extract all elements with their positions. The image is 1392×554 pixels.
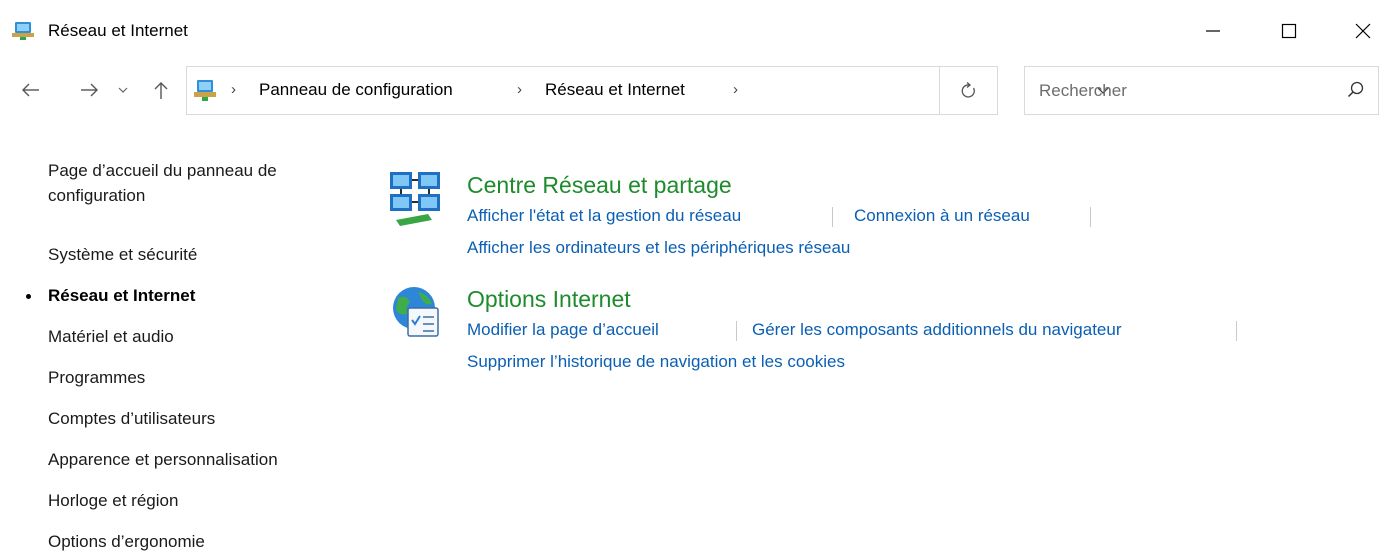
forward-button[interactable] bbox=[72, 74, 106, 106]
search-input[interactable] bbox=[1039, 79, 1329, 103]
breadcrumb-separator-icon: › bbox=[231, 81, 236, 98]
link-view-network-status[interactable]: Afficher l'état et la gestion du réseau bbox=[467, 206, 741, 226]
sidebar-item-label: Page d’accueil du panneau de bbox=[48, 161, 277, 180]
breadcrumb-separator-icon[interactable]: › bbox=[733, 81, 738, 98]
link-change-homepage[interactable]: Modifier la page d’accueil bbox=[467, 320, 659, 340]
sidebar-item-user-accounts[interactable]: Comptes d’utilisateurs bbox=[48, 406, 215, 431]
current-page-bullet-icon bbox=[26, 294, 31, 299]
title-bar: Réseau et Internet bbox=[0, 0, 1392, 62]
breadcrumb-separator-icon: › bbox=[517, 81, 522, 98]
link-separator bbox=[1236, 321, 1237, 341]
breadcrumb-control-panel[interactable]: Panneau de configuration bbox=[259, 80, 453, 100]
recent-locations-button[interactable] bbox=[112, 74, 134, 106]
sidebar-item-clock-region[interactable]: Horloge et région bbox=[48, 488, 178, 513]
link-connect-network[interactable]: Connexion à un réseau bbox=[854, 206, 1030, 226]
sidebar-item-appearance[interactable]: Apparence et personnalisation bbox=[48, 447, 278, 472]
link-manage-add-ons[interactable]: Gérer les composants additionnels du nav… bbox=[752, 320, 1122, 340]
refresh-icon bbox=[961, 81, 975, 98]
refresh-button[interactable] bbox=[940, 66, 998, 115]
close-icon bbox=[1355, 23, 1371, 39]
internet-options-icon bbox=[393, 287, 439, 337]
address-bar[interactable]: › Panneau de configuration › Réseau et I… bbox=[186, 66, 1109, 115]
minimize-icon bbox=[1206, 30, 1220, 32]
network-folder-icon bbox=[194, 80, 216, 101]
section-title-network-center[interactable]: Centre Réseau et partage bbox=[467, 172, 732, 199]
sidebar-item-label: configuration bbox=[48, 186, 146, 205]
section-title-internet-options[interactable]: Options Internet bbox=[467, 286, 631, 313]
chevron-down-icon bbox=[118, 87, 128, 93]
sidebar-item-system-security[interactable]: Système et sécurité bbox=[48, 242, 197, 267]
link-separator bbox=[1090, 207, 1091, 227]
close-button[interactable] bbox=[1334, 6, 1392, 56]
sidebar-item-programs[interactable]: Programmes bbox=[48, 365, 145, 390]
sidebar-item-network-internet: Réseau et Internet bbox=[48, 286, 196, 305]
sidebar-item-hardware-sound[interactable]: Matériel et audio bbox=[48, 324, 174, 349]
maximize-icon bbox=[1281, 23, 1297, 39]
link-separator bbox=[832, 207, 833, 227]
minimize-button[interactable] bbox=[1184, 6, 1242, 56]
window-title: Réseau et Internet bbox=[48, 21, 188, 40]
search-box[interactable] bbox=[1024, 66, 1379, 115]
navigation-bar: › Panneau de configuration › Réseau et I… bbox=[0, 62, 1392, 120]
maximize-button[interactable] bbox=[1260, 6, 1318, 56]
sidebar-item-home[interactable]: Page d’accueil du panneau de configurati… bbox=[48, 158, 277, 208]
arrow-left-icon bbox=[22, 83, 39, 97]
sidebar-item-ease-of-access[interactable]: Options d’ergonomie bbox=[48, 529, 205, 554]
link-delete-history[interactable]: Supprimer l’historique de navigation et … bbox=[467, 352, 845, 372]
arrow-up-icon bbox=[154, 82, 168, 99]
link-separator bbox=[736, 321, 737, 341]
arrow-right-icon bbox=[81, 83, 98, 97]
network-sharing-icon bbox=[390, 172, 440, 226]
back-button[interactable] bbox=[14, 74, 48, 106]
breadcrumb-network-internet[interactable]: Réseau et Internet bbox=[545, 80, 685, 100]
network-folder-icon bbox=[12, 22, 34, 40]
up-button[interactable] bbox=[146, 74, 176, 106]
link-view-network-computers[interactable]: Afficher les ordinateurs et les périphér… bbox=[467, 238, 850, 258]
search-icon[interactable] bbox=[1347, 81, 1365, 99]
